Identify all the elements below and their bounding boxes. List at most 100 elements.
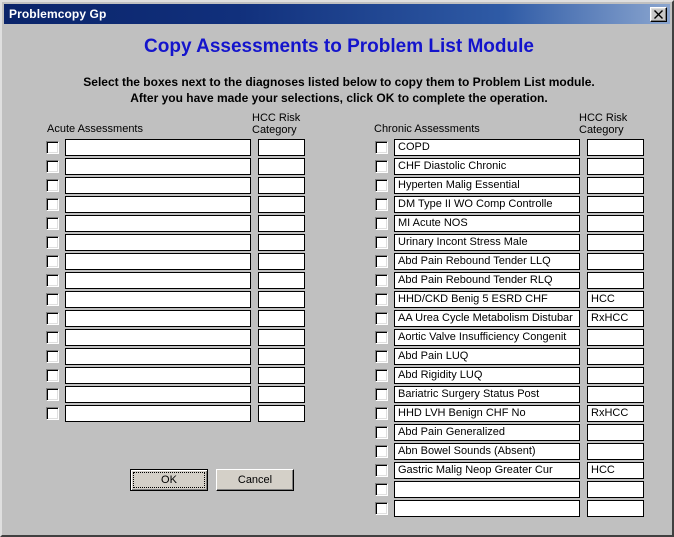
acute-name-field[interactable]	[65, 139, 251, 156]
acute-checkbox[interactable]	[46, 350, 59, 363]
acute-name-field[interactable]	[65, 272, 251, 289]
acute-name-field[interactable]	[65, 310, 251, 327]
acute-checkbox[interactable]	[46, 407, 59, 420]
chronic-checkbox[interactable]	[375, 274, 388, 287]
acute-hcc-field[interactable]	[258, 158, 305, 175]
acute-hcc-field[interactable]	[258, 405, 305, 422]
chronic-hcc-field[interactable]	[587, 177, 644, 194]
acute-hcc-field[interactable]	[258, 234, 305, 251]
chronic-name-field[interactable]: Abd Pain Rebound Tender LLQ	[394, 253, 580, 270]
chronic-checkbox[interactable]	[375, 198, 388, 211]
chronic-checkbox[interactable]	[375, 445, 388, 458]
chronic-name-field[interactable]: Abd Pain Generalized	[394, 424, 580, 441]
chronic-checkbox[interactable]	[375, 179, 388, 192]
chronic-checkbox[interactable]	[375, 502, 388, 515]
acute-hcc-field[interactable]	[258, 272, 305, 289]
chronic-hcc-field[interactable]	[587, 158, 644, 175]
acute-checkbox[interactable]	[46, 160, 59, 173]
chronic-hcc-field[interactable]	[587, 329, 644, 346]
acute-checkbox[interactable]	[46, 255, 59, 268]
acute-name-field[interactable]	[65, 329, 251, 346]
acute-name-field[interactable]	[65, 215, 251, 232]
acute-hcc-field[interactable]	[258, 196, 305, 213]
chronic-name-field[interactable]: Bariatric Surgery Status Post	[394, 386, 580, 403]
chronic-hcc-field[interactable]	[587, 234, 644, 251]
acute-hcc-field[interactable]	[258, 310, 305, 327]
chronic-hcc-field[interactable]	[587, 348, 644, 365]
acute-hcc-field[interactable]	[258, 253, 305, 270]
chronic-name-field[interactable]: Abd Rigidity LUQ	[394, 367, 580, 384]
acute-checkbox[interactable]	[46, 312, 59, 325]
chronic-hcc-field[interactable]	[587, 424, 644, 441]
acute-name-field[interactable]	[65, 291, 251, 308]
chronic-name-field[interactable]: Abd Pain LUQ	[394, 348, 580, 365]
chronic-hcc-field[interactable]: HCC	[587, 291, 644, 308]
chronic-checkbox[interactable]	[375, 217, 388, 230]
chronic-name-field[interactable]: AA Urea Cycle Metabolism Distubar	[394, 310, 580, 327]
acute-name-field[interactable]	[65, 158, 251, 175]
acute-checkbox[interactable]	[46, 179, 59, 192]
chronic-hcc-field[interactable]	[587, 253, 644, 270]
ok-button[interactable]: OK	[130, 469, 208, 491]
acute-name-field[interactable]	[65, 177, 251, 194]
chronic-name-field[interactable]: HHD/CKD Benig 5 ESRD CHF	[394, 291, 580, 308]
acute-checkbox[interactable]	[46, 274, 59, 287]
chronic-checkbox[interactable]	[375, 388, 388, 401]
chronic-hcc-field[interactable]	[587, 443, 644, 460]
chronic-hcc-field[interactable]	[587, 215, 644, 232]
close-button[interactable]	[650, 6, 667, 22]
acute-checkbox[interactable]	[46, 331, 59, 344]
acute-name-field[interactable]	[65, 234, 251, 251]
acute-checkbox[interactable]	[46, 236, 59, 249]
acute-checkbox[interactable]	[46, 388, 59, 401]
chronic-hcc-field[interactable]	[587, 196, 644, 213]
acute-hcc-field[interactable]	[258, 291, 305, 308]
chronic-checkbox[interactable]	[375, 293, 388, 306]
chronic-name-field[interactable]: CHF Diastolic Chronic	[394, 158, 580, 175]
acute-name-field[interactable]	[65, 405, 251, 422]
chronic-name-field[interactable]	[394, 481, 580, 498]
acute-hcc-field[interactable]	[258, 367, 305, 384]
chronic-checkbox[interactable]	[375, 350, 388, 363]
acute-hcc-field[interactable]	[258, 177, 305, 194]
acute-checkbox[interactable]	[46, 217, 59, 230]
title-bar[interactable]: Problemcopy Gp	[4, 4, 670, 24]
chronic-checkbox[interactable]	[375, 483, 388, 496]
chronic-hcc-field[interactable]	[587, 272, 644, 289]
acute-hcc-field[interactable]	[258, 215, 305, 232]
chronic-name-field[interactable]: MI Acute NOS	[394, 215, 580, 232]
chronic-checkbox[interactable]	[375, 426, 388, 439]
chronic-checkbox[interactable]	[375, 369, 388, 382]
chronic-hcc-field[interactable]: HCC	[587, 462, 644, 479]
acute-checkbox[interactable]	[46, 369, 59, 382]
chronic-hcc-field[interactable]: RxHCC	[587, 405, 644, 422]
chronic-name-field[interactable]	[394, 500, 580, 517]
chronic-checkbox[interactable]	[375, 407, 388, 420]
chronic-checkbox[interactable]	[375, 312, 388, 325]
acute-hcc-field[interactable]	[258, 386, 305, 403]
acute-checkbox[interactable]	[46, 293, 59, 306]
chronic-hcc-field[interactable]	[587, 500, 644, 517]
acute-name-field[interactable]	[65, 196, 251, 213]
acute-name-field[interactable]	[65, 348, 251, 365]
acute-hcc-field[interactable]	[258, 348, 305, 365]
chronic-hcc-field[interactable]	[587, 386, 644, 403]
chronic-hcc-field[interactable]: RxHCC	[587, 310, 644, 327]
chronic-checkbox[interactable]	[375, 236, 388, 249]
acute-name-field[interactable]	[65, 253, 251, 270]
chronic-name-field[interactable]: Abd Pain Rebound Tender RLQ	[394, 272, 580, 289]
chronic-checkbox[interactable]	[375, 141, 388, 154]
chronic-checkbox[interactable]	[375, 331, 388, 344]
acute-name-field[interactable]	[65, 386, 251, 403]
chronic-name-field[interactable]: HHD LVH Benign CHF No	[394, 405, 580, 422]
acute-hcc-field[interactable]	[258, 329, 305, 346]
acute-checkbox[interactable]	[46, 198, 59, 211]
chronic-name-field[interactable]: COPD	[394, 139, 580, 156]
cancel-button[interactable]: Cancel	[216, 469, 294, 491]
acute-name-field[interactable]	[65, 367, 251, 384]
chronic-hcc-field[interactable]	[587, 367, 644, 384]
chronic-name-field[interactable]: Hyperten Malig Essential	[394, 177, 580, 194]
chronic-checkbox[interactable]	[375, 255, 388, 268]
acute-hcc-field[interactable]	[258, 139, 305, 156]
chronic-hcc-field[interactable]	[587, 481, 644, 498]
